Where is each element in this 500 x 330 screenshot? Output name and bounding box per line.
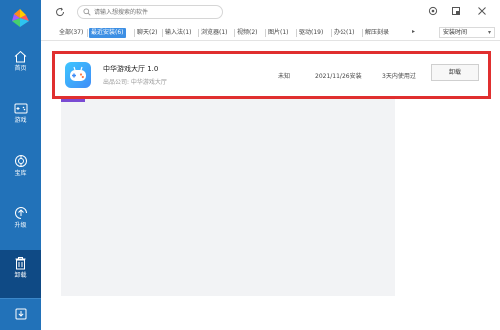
top-bar [41,0,500,24]
app-install-date: 2021/11/26安装 [315,73,362,80]
next-app-icon-stub [61,99,85,102]
sidebar-item-upgrade[interactable]: 升级 [0,200,41,244]
refresh-icon[interactable] [55,7,65,17]
sidebar-item-games[interactable]: 游戏 [0,96,41,140]
download-manager-button[interactable] [0,298,41,330]
app-logo-icon [12,9,29,27]
tab-scroll-right-icon[interactable]: ▸ [412,28,415,35]
treasure-icon [14,155,27,167]
sidebar-item-uninstall[interactable]: 卸载 [0,250,41,298]
tab-archive-burn[interactable]: 解压刻录 [365,28,389,38]
sort-dropdown[interactable]: 安装时间 ▾ [439,27,495,38]
sidebar-item-label: 宝库 [14,170,27,177]
sidebar-item-label: 升级 [14,222,27,229]
tab-all[interactable]: 全部(37) [59,28,83,38]
sidebar-item-label: 首页 [14,65,27,72]
tab-divider [234,29,235,37]
sidebar-item-treasure[interactable]: 宝库 [0,148,41,192]
tab-divider [87,29,88,37]
sidebar-item-label: 游戏 [14,117,27,124]
app-usage: 3天内使用过 [382,73,416,80]
sort-dropdown-label: 安装时间 [443,29,468,36]
sidebar-item-label: 卸载 [14,272,27,279]
category-tab-bar: 全部(37) 最近安装(6) 聊天(2) 输入法(1) 浏览器(1) 视频(2)… [41,24,500,41]
tab-recently-installed[interactable]: 最近安装(6) [89,28,126,38]
tab-divider [362,29,363,37]
search-icon [83,8,91,16]
tab-divider [265,29,266,37]
tab-video[interactable]: 视频(2) [237,28,258,38]
skin-icon[interactable] [451,6,461,16]
list-item[interactable]: 中华游戏大厅 1.0 出品公司: 中华游戏大厅 未知 2021/11/26安装 … [52,51,491,99]
trash-icon [15,257,26,270]
uninstall-button[interactable]: 卸载 [431,64,479,81]
upgrade-icon [14,207,27,219]
tab-divider [134,29,135,37]
app-name: 中华游戏大厅 1.0 [103,65,159,73]
close-icon[interactable] [477,6,487,16]
tab-office[interactable]: 办公(1) [334,28,355,38]
tab-image[interactable]: 图片(1) [268,28,289,38]
app-size: 未知 [278,73,291,80]
tab-divider [162,29,163,37]
search-box [77,5,223,19]
gamepad-icon [14,103,27,114]
game-controller-icon [65,62,91,88]
tab-driver[interactable]: 驱动(19) [299,28,323,38]
home-icon [14,50,27,63]
app-publisher: 出品公司: 中华游戏大厅 [103,79,167,86]
tab-divider [198,29,199,37]
sidebar: 首页 游戏 宝库 升级 卸载 [0,0,41,330]
tab-chat[interactable]: 聊天(2) [137,28,158,38]
tab-browser[interactable]: 浏览器(1) [201,28,228,38]
software-list: 中华游戏大厅 1.0 出品公司: 中华游戏大厅 未知 2021/11/26安装 … [41,41,500,330]
chevron-down-icon: ▾ [487,29,491,36]
sidebar-item-home[interactable]: 首页 [0,44,41,88]
tab-input-method[interactable]: 输入法(1) [165,28,192,38]
search-input[interactable] [94,7,218,17]
settings-icon[interactable] [428,6,438,16]
download-icon [15,308,26,320]
tab-divider [296,29,297,37]
tab-divider [331,29,332,37]
blank-panel [61,96,395,296]
